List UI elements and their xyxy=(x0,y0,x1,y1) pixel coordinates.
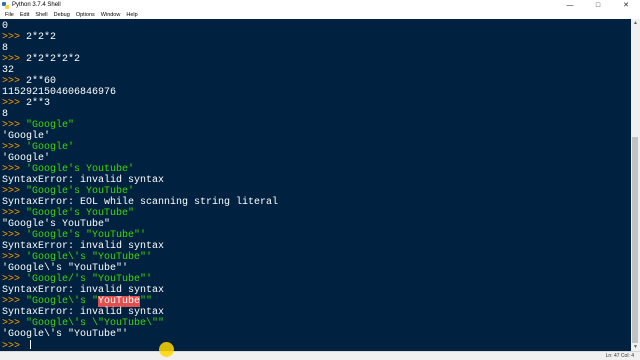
scrollbar-thumb[interactable] xyxy=(632,137,638,343)
output-line: 'Google' xyxy=(2,153,51,164)
mouse-cursor-highlight xyxy=(159,342,174,357)
input-line: >>> 2**60 xyxy=(2,76,57,87)
menu-shell[interactable]: Shell xyxy=(34,11,48,19)
input-line: >>> "Google" xyxy=(2,120,75,131)
maximize-button[interactable]: □ xyxy=(584,0,612,11)
minimize-button[interactable]: — xyxy=(556,0,584,11)
window-controls: — □ ✕ xyxy=(556,0,640,11)
menu-window[interactable]: Window xyxy=(100,11,122,19)
menu-bar: File Edit Shell Debug Options Window Hel… xyxy=(0,11,640,19)
close-button[interactable]: ✕ xyxy=(612,0,640,11)
input-line: >>> 'Google\'s "YouTube"' xyxy=(2,252,153,263)
scroll-down-arrow-icon[interactable]: ▼ xyxy=(631,343,640,351)
output-line: 1152921504606846976 xyxy=(2,87,117,98)
error-line: SyntaxError: invalid syntax xyxy=(2,241,165,252)
scroll-up-arrow-icon[interactable]: ▲ xyxy=(631,19,640,27)
input-line: >>> 2*2*2 xyxy=(2,32,57,43)
input-line: >>> "Google\'s \"YouTube\"" xyxy=(2,318,165,329)
error-line: SyntaxError: invalid syntax xyxy=(2,307,165,318)
python-icon xyxy=(2,2,9,9)
status-bar: Ln: 47 Col: 4 xyxy=(0,351,640,360)
output-line: 'Google\'s "YouTube"' xyxy=(2,329,129,340)
input-line: >>> 2**3 xyxy=(2,98,51,109)
output-line: 'Google' xyxy=(2,131,51,142)
input-line: >>> "Google's YouTube' xyxy=(2,186,135,197)
input-line: >>> 'Google/'s "YouTube"' xyxy=(2,274,153,285)
menu-help[interactable]: Help xyxy=(125,11,138,19)
output-line: 8 xyxy=(2,109,9,120)
input-line: >>> 'Google's "YouTube"' xyxy=(2,230,147,241)
output-line: "Google's YouTube" xyxy=(2,219,111,230)
window-title: Python 3.7.4 Shell xyxy=(12,2,61,8)
input-line: >>> 2*2*2*2*2 xyxy=(2,54,81,65)
input-line: >>> 'Google's Youtube' xyxy=(2,164,135,175)
shell-output[interactable]: 0 >>> 2*2*2 8 >>> 2*2*2*2*2 32 >>> 2**60… xyxy=(0,19,631,351)
output-line: 32 xyxy=(2,65,15,76)
input-line: >>> "Google's YouTube" xyxy=(2,208,135,219)
output-line: 'Google\'s "YouTube"' xyxy=(2,263,129,274)
error-line: SyntaxError: EOL while scanning string l… xyxy=(2,197,279,208)
cursor-position: Ln: 47 Col: 4 xyxy=(605,353,634,359)
output-line: 8 xyxy=(2,43,9,54)
vertical-scrollbar[interactable]: ▲ ▼ xyxy=(631,19,640,351)
syntax-error-highlight: YouTube xyxy=(98,296,141,307)
input-line: >>> 'Google' xyxy=(2,142,75,153)
text-cursor xyxy=(30,340,32,349)
output-line: 0 xyxy=(2,21,9,32)
menu-debug[interactable]: Debug xyxy=(53,11,71,19)
input-line: >>> "Google\'s "YouTube"" xyxy=(2,296,153,307)
error-line: SyntaxError: invalid syntax xyxy=(2,285,165,296)
title-bar: Python 3.7.4 Shell — □ ✕ xyxy=(0,0,640,11)
menu-options[interactable]: Options xyxy=(75,11,96,19)
menu-edit[interactable]: Edit xyxy=(19,11,30,19)
error-line: SyntaxError: invalid syntax xyxy=(2,175,165,186)
menu-file[interactable]: File xyxy=(4,11,15,19)
current-prompt-line[interactable]: >>> xyxy=(2,340,32,351)
